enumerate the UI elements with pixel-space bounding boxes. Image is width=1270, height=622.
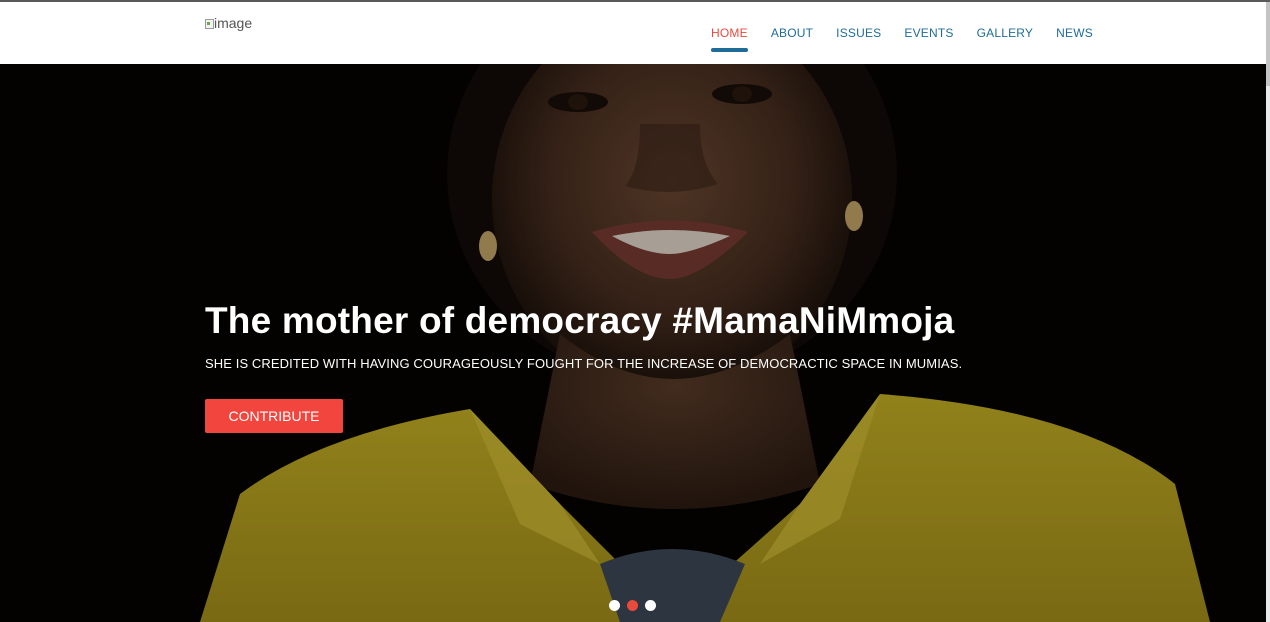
nav-gallery[interactable]: GALLERY <box>977 26 1034 52</box>
site-logo[interactable]: image <box>205 15 252 31</box>
carousel-dot-1[interactable] <box>609 600 620 611</box>
logo-alt-text: image <box>214 15 253 31</box>
site-header: image HOME ABOUT ISSUES EVENTS GALLERY N… <box>0 2 1266 64</box>
nav-about[interactable]: ABOUT <box>771 26 813 52</box>
carousel-dot-3[interactable] <box>645 600 656 611</box>
contribute-button[interactable]: CONTRIBUTE <box>205 399 343 433</box>
nav-issues[interactable]: ISSUES <box>836 26 881 52</box>
hero-subtitle: SHE IS CREDITED WITH HAVING COURAGEOUSLY… <box>205 356 963 371</box>
hero-overlay <box>0 64 1266 622</box>
main-nav: HOME ABOUT ISSUES EVENTS GALLERY NEWS <box>711 26 1093 52</box>
hero-slider: The mother of democracy #MamaNiMmoja SHE… <box>0 64 1266 622</box>
page-scrollbar[interactable] <box>1266 2 1270 622</box>
broken-image-icon <box>205 18 214 29</box>
nav-events[interactable]: EVENTS <box>904 26 953 52</box>
nav-home[interactable]: HOME <box>711 26 748 52</box>
scrollbar-thumb[interactable] <box>1266 2 1270 86</box>
hero-title: The mother of democracy #MamaNiMmoja <box>205 300 955 341</box>
carousel-dot-2[interactable] <box>627 600 638 611</box>
nav-news[interactable]: NEWS <box>1056 26 1093 52</box>
carousel-dots <box>609 600 656 611</box>
